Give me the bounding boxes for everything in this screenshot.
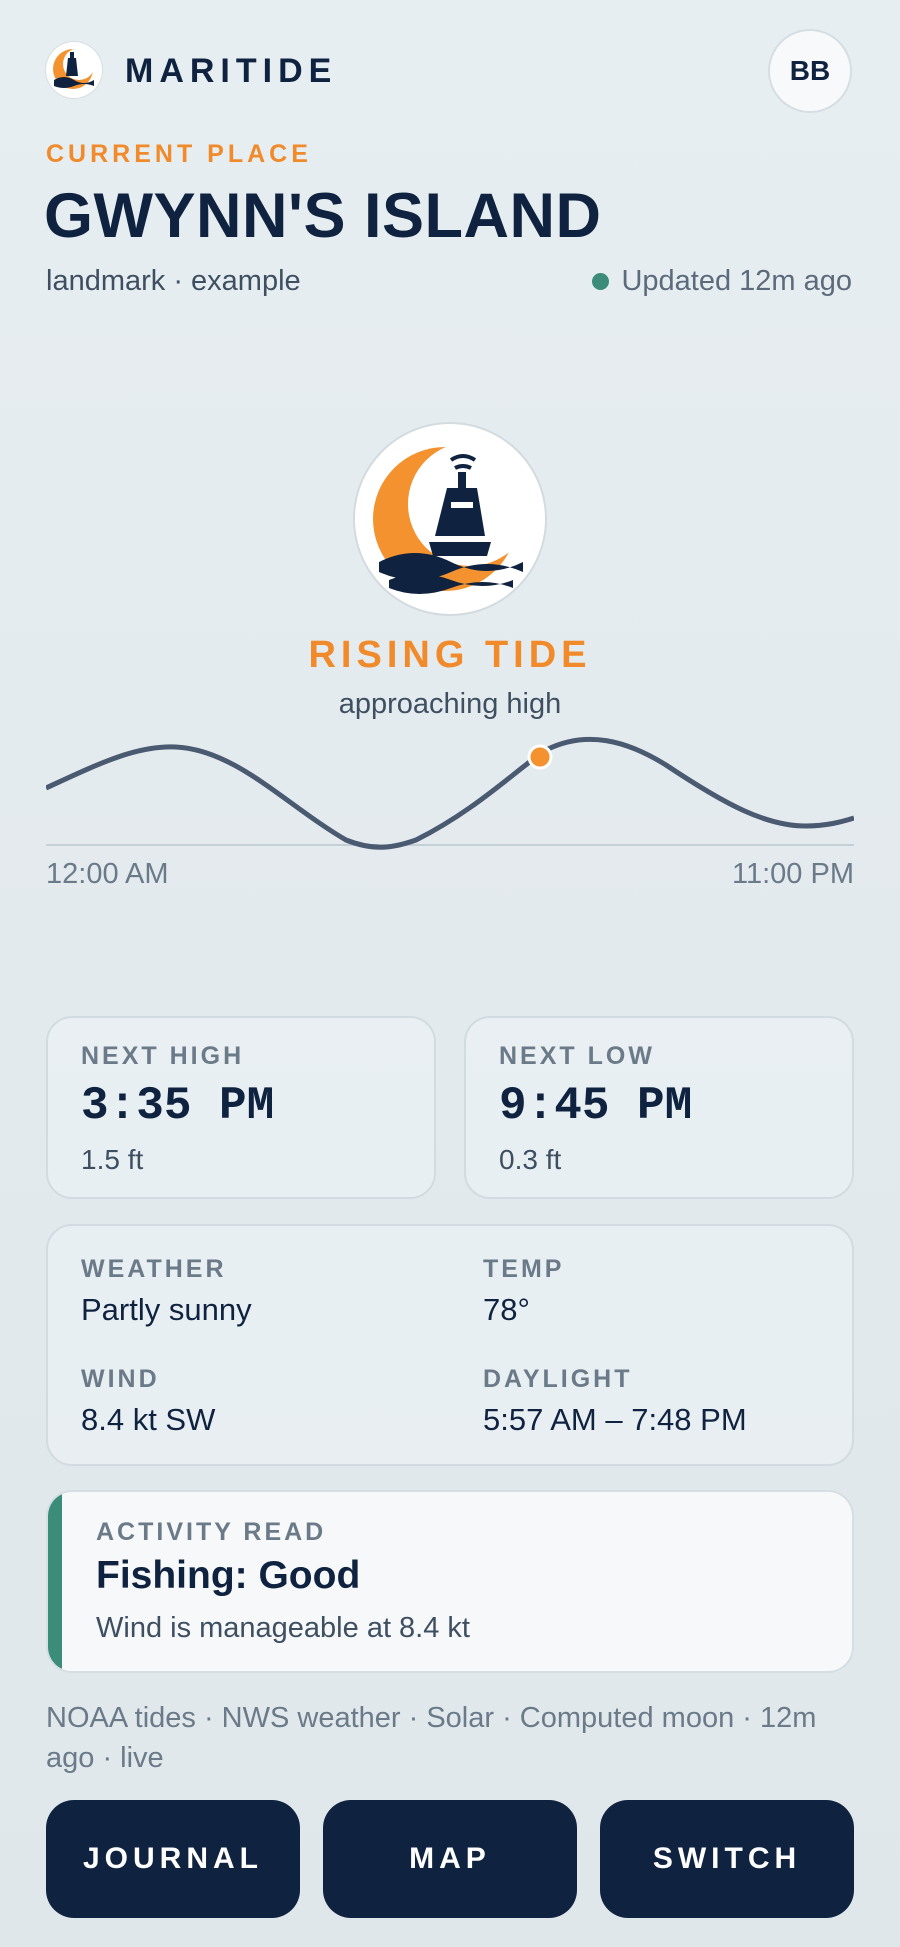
weather-value: Partly sunny [81,1292,252,1327]
weather-label: WEATHER [81,1255,227,1283]
daylight-value: 5:57 AM – 7:48 PM [483,1402,747,1437]
tide-detail: approaching high [338,688,562,720]
daylight-label: DAYLIGHT [483,1365,633,1393]
data-sources: NOAA tides · NWS weather · Solar · Compu… [46,1702,817,1774]
next-low-time: 9:45 PM [499,1080,693,1132]
wind-label: WIND [81,1365,160,1393]
activity-card: ACTIVITY READ Fishing: Good Wind is mana… [46,1490,854,1673]
axis-start-label: 12:00 AM [46,858,169,890]
updated-status: Updated 12m ago [592,265,852,298]
tide-curve-line [46,736,854,850]
activity-detail: Wind is manageable at 8.4 kt [96,1612,470,1644]
temp-label: TEMP [483,1255,565,1283]
buoy-moon-icon [355,424,545,614]
next-low-label: NEXT LOW [499,1042,655,1070]
next-high-time: 3:35 PM [81,1080,275,1132]
wind-value: 8.4 kt SW [81,1402,216,1437]
next-low-card: NEXT LOW 9:45 PM 0.3 ft [464,1016,854,1199]
brand-name: MARITIDE [125,52,338,90]
current-tide-marker [527,744,553,770]
user-avatar-button[interactable]: BB [768,29,852,113]
next-high-height: 1.5 ft [81,1144,144,1175]
journal-button[interactable]: JOURNAL [46,1800,300,1918]
place-subtitle: landmark · example [46,265,301,297]
next-high-card: NEXT HIGH 3:35 PM 1.5 ft [46,1016,436,1199]
activity-headline: Fishing: Good [96,1554,361,1597]
tide-state: RISING TIDE [308,634,592,676]
next-low-height: 0.3 ft [499,1144,562,1175]
axis-end-label: 11:00 PM [732,858,854,890]
maritide-logo-icon [46,42,102,98]
temp-value: 78° [483,1292,530,1327]
activity-label: ACTIVITY READ [96,1518,327,1546]
current-place-label: CURRENT PLACE [46,140,312,168]
activity-accent-bar [48,1492,62,1671]
updated-text: Updated 12m ago [621,265,852,297]
tide-curve-chart [46,736,854,850]
place-title: GWYNN'S ISLAND [44,181,602,251]
next-high-label: NEXT HIGH [81,1042,245,1070]
conditions-card: WEATHER Partly sunny TEMP 78° WIND 8.4 k… [46,1224,854,1466]
map-button[interactable]: MAP [323,1800,577,1918]
status-dot-icon [592,273,610,290]
switch-button[interactable]: SWITCH [600,1800,854,1918]
